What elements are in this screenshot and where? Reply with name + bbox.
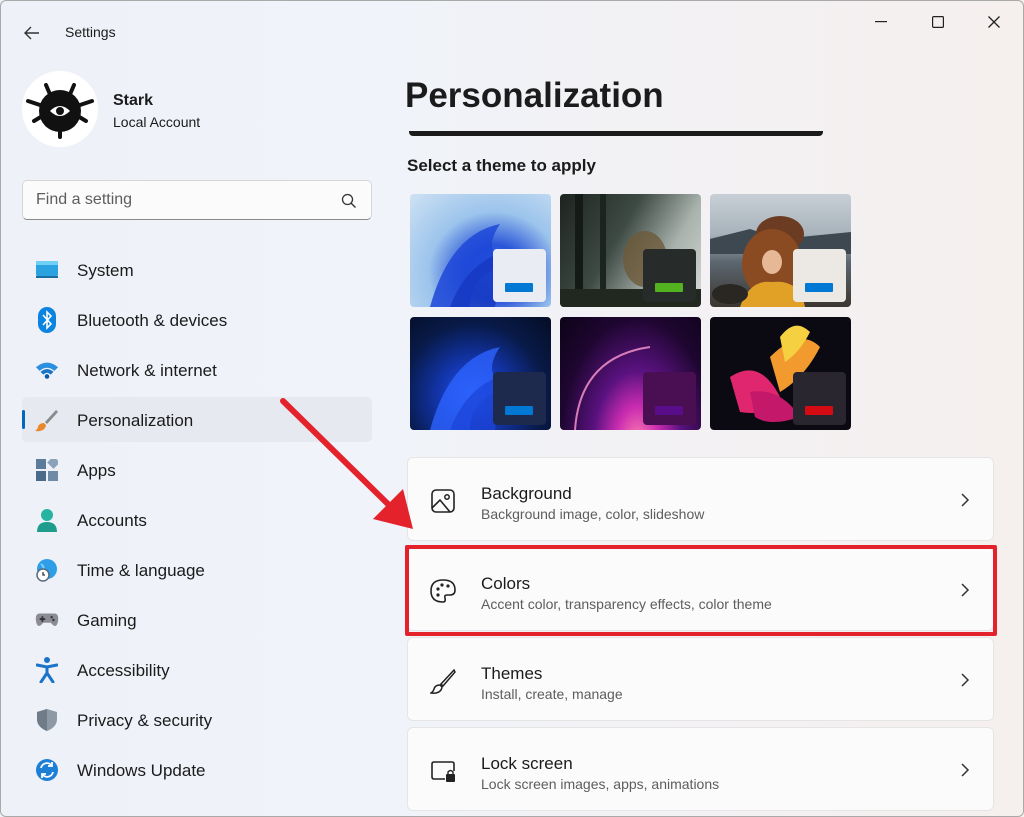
theme-flow[interactable] [710,317,851,430]
sidebar-item-network[interactable]: Network & internet [22,347,372,392]
gamepad-icon [35,608,59,632]
theme-glow-forest[interactable] [560,194,701,307]
accent-bar [505,283,533,292]
accessibility-icon [35,657,59,683]
theme-preview-swatch [643,249,696,302]
background-card[interactable]: Background Background image, color, slid… [407,457,994,541]
theme-preview-swatch [493,372,546,425]
minimize-icon [875,21,887,23]
minimize-button[interactable] [858,7,904,37]
card-subtitle: Accent color, transparency effects, colo… [481,596,772,612]
sidebar-item-system[interactable]: System [22,247,372,292]
card-subtitle: Lock screen images, apps, animations [481,776,720,792]
close-icon [988,16,1000,28]
chevron-right-icon [961,583,970,597]
chevron-right-icon [961,763,970,777]
sidebar-item-time-language[interactable]: Time & language [22,547,372,592]
theme-windows-dark[interactable] [410,317,551,430]
theme-preview-swatch [643,372,696,425]
sidebar-nav: System Bluetooth & devices Network & int… [22,247,372,797]
accent-bar [655,406,683,415]
back-button[interactable] [17,19,47,47]
user-name: Stark [113,92,154,109]
themes-card[interactable]: Themes Install, create, manage [407,637,994,721]
accent-bar [505,406,533,415]
person-icon [35,508,59,532]
sidebar-item-apps[interactable]: Apps [22,447,372,492]
chevron-right-icon [961,493,970,507]
account-type: Local Account [113,114,201,130]
lock-screen-icon [431,761,455,782]
theme-preview-swatch [493,249,546,302]
search-input[interactable] [23,181,333,219]
theme-preview-swatch [793,372,846,425]
sidebar-item-label: Accounts [77,511,147,530]
sidebar-item-windows-update[interactable]: Windows Update [22,747,372,792]
search-icon[interactable] [341,193,357,209]
sidebar-item-label: Accessibility [77,661,170,680]
close-button[interactable] [971,7,1017,37]
maximize-icon [932,16,944,28]
brush-icon [35,408,59,432]
card-subtitle: Install, create, manage [481,686,623,702]
card-subtitle: Background image, color, slideshow [481,506,705,522]
page-title: Personalization [405,76,664,115]
sidebar-item-label: Apps [77,461,116,480]
accent-bar [655,283,683,292]
sidebar-item-label: System [77,261,134,280]
chevron-right-icon [961,673,970,687]
title-bar: Settings [1,1,1023,51]
sidebar-item-label: Privacy & security [77,711,213,730]
sidebar-item-label: Network & internet [77,361,217,380]
monitor-icon [35,258,59,282]
sidebar-item-label: Time & language [77,561,205,580]
theme-windows-light[interactable] [410,194,551,307]
image-icon [431,489,455,513]
settings-window: Settings Stark Local Account Find a sett… [0,0,1024,817]
preview-edge [409,131,823,136]
card-title: Background [481,484,572,503]
accent-bar [805,283,833,292]
sidebar-item-label: Gaming [77,611,137,630]
sidebar-item-gaming[interactable]: Gaming [22,597,372,642]
shield-icon [35,708,59,732]
maximize-button[interactable] [915,7,961,37]
card-title: Themes [481,664,543,683]
apps-icon [35,458,59,482]
sidebar-item-label: Windows Update [77,761,206,780]
card-title: Colors [481,574,531,593]
app-title: Settings [65,24,116,40]
wifi-icon [35,358,59,382]
lock-screen-card[interactable]: Lock screen Lock screen images, apps, an… [407,727,994,811]
sidebar-item-label: Personalization [77,411,194,430]
globe-clock-icon [35,558,59,582]
accent-bar [805,406,833,415]
back-arrow-icon [24,26,39,40]
brush-icon [430,668,456,694]
update-icon [35,758,59,782]
theme-preview-swatch [793,249,846,302]
sidebar-item-accounts[interactable]: Accounts [22,497,372,542]
theme-sunrise[interactable] [560,317,701,430]
search-box[interactable] [22,180,372,220]
sidebar-item-personalization[interactable]: Personalization [22,397,372,442]
sidebar-item-privacy[interactable]: Privacy & security [22,697,372,742]
palette-icon [430,579,456,603]
card-title: Lock screen [481,754,573,773]
themes-heading: Select a theme to apply [407,156,596,175]
sidebar-item-label: Bluetooth & devices [77,311,228,330]
sidebar-item-bluetooth[interactable]: Bluetooth & devices [22,297,372,342]
sidebar-item-accessibility[interactable]: Accessibility [22,647,372,692]
theme-captured-motion[interactable] [710,194,851,307]
avatar[interactable] [22,71,98,147]
bluetooth-icon [35,307,59,333]
colors-card[interactable]: Colors Accent color, transparency effect… [407,547,994,631]
avatar-logo-icon [22,71,98,147]
